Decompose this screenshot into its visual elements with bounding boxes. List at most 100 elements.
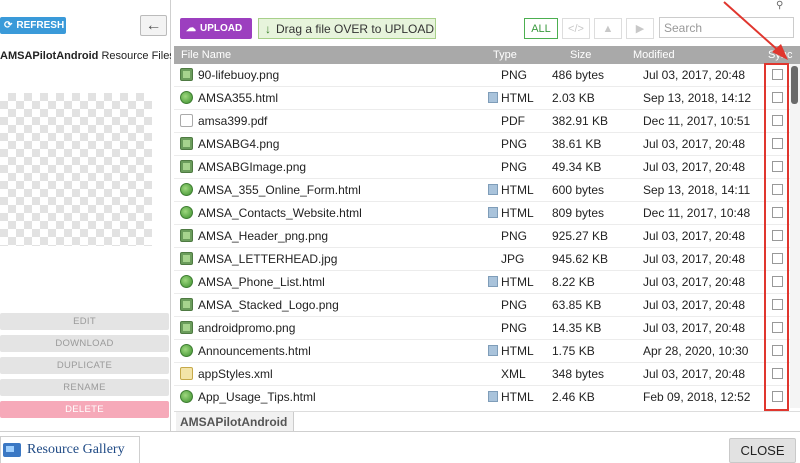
file-size: 63.85 KB [552, 298, 602, 312]
file-type-cell: HTML [488, 206, 534, 220]
table-row[interactable]: AMSA355.html HTML 2.03 KB Sep 13, 2018, 14:… [174, 87, 790, 110]
rename-button[interactable]: RENAME [0, 379, 169, 396]
sync-checkbox[interactable] [772, 230, 783, 241]
close-button[interactable]: CLOSE [729, 438, 796, 463]
filter-all-button[interactable]: ALL [524, 18, 558, 39]
table-row[interactable]: App_Usage_Tips.html HTML 2.46 KB Feb 09, 20… [174, 386, 790, 408]
table-row[interactable]: AMSA_355_Online_Form.html HTML 600 bytes Se… [174, 179, 790, 202]
sync-checkbox[interactable] [772, 322, 783, 333]
file-name: appStyles.xml [198, 367, 273, 381]
table-row[interactable]: 90-lifebuoy.png PNG 486 bytes Jul 03, 2017,… [174, 64, 790, 87]
sync-checkbox[interactable] [772, 161, 783, 172]
search-icon: ⚲ [776, 0, 784, 11]
file-size: 49.34 KB [552, 160, 602, 174]
table-row[interactable]: AMSA_Contacts_Website.html HTML 809 bytes D… [174, 202, 790, 225]
download-button[interactable]: DOWNLOAD [0, 335, 169, 352]
file-size: 14.35 KB [552, 321, 602, 335]
sync-checkbox[interactable] [772, 391, 783, 402]
file-type: PNG [501, 321, 528, 335]
image-file-icon [180, 137, 193, 150]
table-row[interactable]: appStyles.xml XML 348 bytes Jul 03, 2017, 2… [174, 363, 790, 386]
file-modified: Jul 03, 2017, 20:48 [643, 137, 746, 151]
file-size: 486 bytes [552, 68, 605, 82]
table-row[interactable]: AMSABG4.png PNG 38.61 KB Jul 03, 2017, 20:4… [174, 133, 790, 156]
file-size: 2.46 KB [552, 390, 595, 404]
filter-image-button[interactable]: ▲ [594, 18, 622, 39]
file-type-cell: HTML [488, 275, 534, 289]
edit-button[interactable]: EDIT [0, 313, 169, 330]
file-preview [0, 93, 152, 246]
table-row[interactable]: amsa399.pdf PDF 382.91 KB Dec 11, 2017, 10:… [174, 110, 790, 133]
cloud-upload-icon: ☁ [186, 23, 196, 34]
sync-checkbox[interactable] [772, 276, 783, 287]
sync-checkbox[interactable] [772, 345, 783, 356]
file-type-cell: XML [501, 367, 526, 381]
sync-checkbox[interactable] [772, 138, 783, 149]
sync-checkbox[interactable] [772, 207, 783, 218]
table-row[interactable]: androidpromo.png PNG 14.35 KB Jul 03, 2017,… [174, 317, 790, 340]
file-type-cell: PNG [501, 298, 527, 312]
sync-checkbox[interactable] [772, 69, 783, 80]
file-name: App_Usage_Tips.html [198, 390, 316, 404]
duplicate-button[interactable]: DUPLICATE [0, 357, 169, 374]
resource-gallery-tab[interactable]: Resource Gallery [0, 436, 140, 463]
filter-video-button[interactable]: ▶ [626, 18, 654, 39]
image-file-icon [180, 252, 193, 265]
play-icon: ▶ [635, 23, 645, 35]
table-header: File Name Type Size Modified Sync [174, 46, 800, 64]
delete-button[interactable]: DELETE [0, 401, 169, 418]
column-modified[interactable]: Modified [633, 49, 675, 61]
search-input[interactable] [659, 17, 794, 38]
file-size: 600 bytes [552, 183, 605, 197]
back-button[interactable]: ← [140, 15, 167, 36]
table-row[interactable]: Announcements.html HTML 1.75 KB Apr 28, 202… [174, 340, 790, 363]
sync-checkbox[interactable] [772, 299, 783, 310]
file-modified: Feb 09, 2018, 12:52 [643, 390, 751, 404]
table-row[interactable]: AMSA_Header_png.png PNG 925.27 KB Jul 03, 2… [174, 225, 790, 248]
document-icon [488, 391, 498, 402]
document-file-icon [180, 114, 193, 127]
upload-label: UPLOAD [200, 23, 243, 34]
file-size: 925.27 KB [552, 229, 609, 243]
table-row[interactable]: AMSABGImage.png PNG 49.34 KB Jul 03, 2017, … [174, 156, 790, 179]
column-file-name[interactable]: File Name [181, 49, 231, 61]
file-size: 38.61 KB [552, 137, 602, 151]
file-type-cell: HTML [488, 183, 534, 197]
toolbar: ☁ UPLOAD ↓ Drag a file OVER to UPLOAD AL… [174, 0, 800, 42]
upload-button[interactable]: ☁ UPLOAD [180, 18, 252, 39]
file-type-cell: PDF [501, 114, 525, 128]
file-modified: Jul 03, 2017, 20:48 [643, 298, 746, 312]
file-type: PNG [501, 160, 528, 174]
sync-checkbox[interactable] [772, 368, 783, 379]
scroll-thumb[interactable] [791, 66, 798, 104]
table-row[interactable]: AMSA_Stacked_Logo.png PNG 63.85 KB Jul 03, … [174, 294, 790, 317]
drop-zone[interactable]: ↓ Drag a file OVER to UPLOAD [258, 18, 436, 39]
document-icon [488, 92, 498, 103]
arrow-left-icon: ← [145, 16, 162, 34]
sync-checkbox[interactable] [772, 92, 783, 103]
filter-code-button[interactable]: </> [562, 18, 590, 39]
file-modified: Jul 03, 2017, 20:48 [643, 321, 746, 335]
refresh-icon: ⟳ [4, 20, 13, 31]
file-type-cell: PNG [501, 68, 527, 82]
sync-checkbox[interactable] [772, 184, 783, 195]
table-row[interactable]: AMSA_LETTERHEAD.jpg JPG 945.62 KB Jul 03, 2… [174, 248, 790, 271]
breadcrumb-item[interactable]: AMSAPilotAndroid [176, 412, 295, 431]
refresh-button[interactable]: ⟳ REFRESH [0, 17, 66, 34]
scrollbar[interactable] [790, 64, 800, 408]
sync-checkbox[interactable] [772, 253, 783, 264]
column-type[interactable]: Type [493, 49, 517, 61]
column-size[interactable]: Size [570, 49, 591, 61]
file-type: XML [501, 367, 526, 381]
table-row[interactable]: AMSA_Phone_List.html HTML 8.22 KB Jul 03, 2… [174, 271, 790, 294]
file-name: AMSA355.html [198, 91, 279, 105]
web-file-icon [180, 206, 193, 219]
image-file-icon [180, 298, 193, 311]
file-name: AMSABGImage.png [198, 160, 307, 174]
code-icon: </> [568, 22, 584, 35]
file-modified: Dec 11, 2017, 10:51 [643, 114, 751, 128]
sync-checkbox[interactable] [772, 115, 783, 126]
file-size: 382.91 KB [552, 114, 609, 128]
file-type-cell: HTML [488, 344, 534, 358]
document-icon [488, 207, 498, 218]
